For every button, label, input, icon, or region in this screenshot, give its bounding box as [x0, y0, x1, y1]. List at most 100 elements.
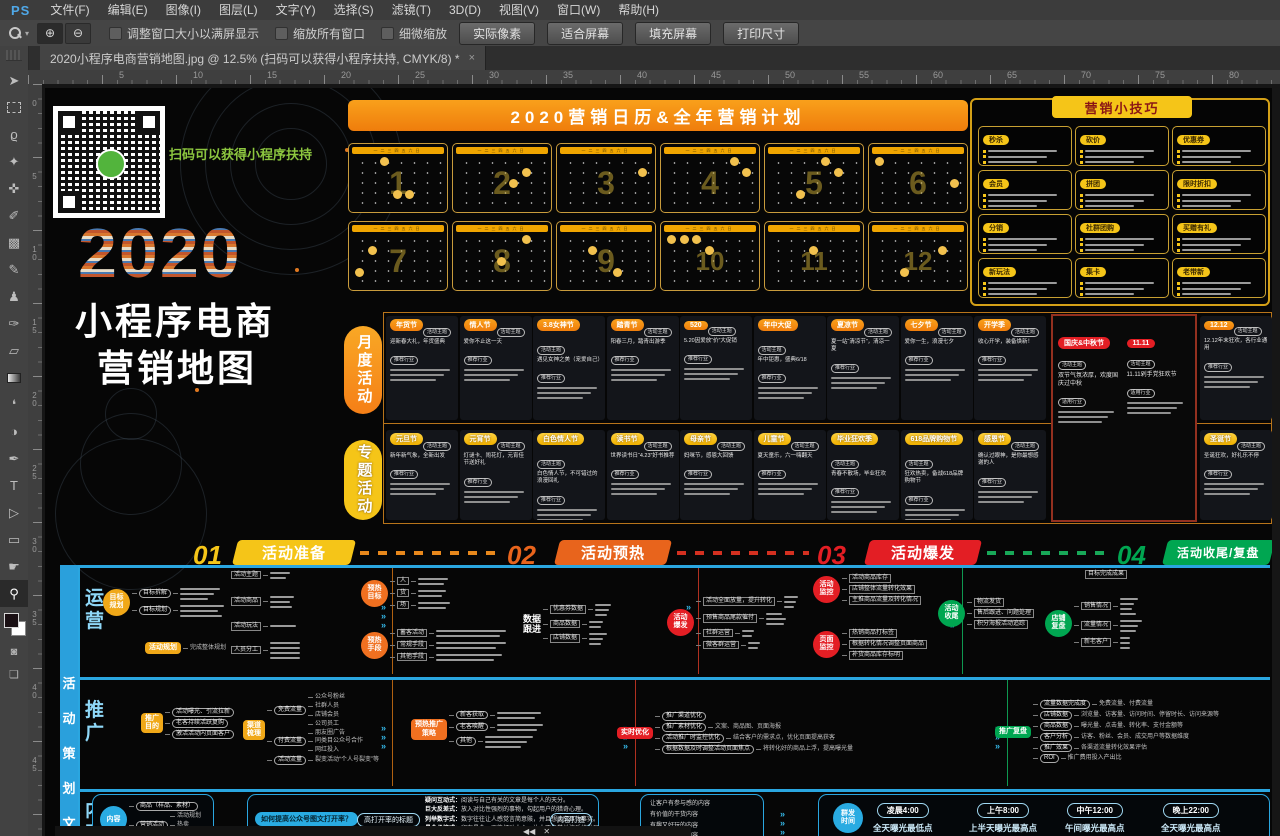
send-time-slot-1: 凌晨4:00全天曝光最低点	[873, 800, 933, 834]
zoom-in-button[interactable]: ⊕	[37, 23, 63, 44]
type-tool[interactable]: T	[0, 472, 28, 499]
pen-tool[interactable]: ✒	[0, 445, 28, 472]
monthly-event-6: 年中大促活动主题年中钜惠，盛典6/18推荐行业	[754, 316, 826, 420]
quick-mask-button[interactable]: ◙	[0, 641, 28, 663]
document-canvas[interactable]: 扫码可以获得小程序扶持 2020 小程序电商 营销地图 2020营销日历&全年营…	[42, 84, 1280, 836]
menu-2[interactable]: 编辑(E)	[99, 0, 157, 20]
zoom-tool-icon[interactable]	[8, 26, 22, 40]
menu-8[interactable]: 3D(D)	[440, 0, 490, 20]
option-checkbox-1[interactable]	[109, 27, 122, 40]
festival-highlight-box: 国庆&中秋节活动主题双节气氛浓厚，欢度国庆过中秋适用行业11.11活动主题11.…	[1051, 314, 1197, 522]
marquee-tool[interactable]	[0, 94, 28, 121]
side-label-char: 活	[60, 673, 78, 692]
festival-theme: 11.11剁手党狂欢节	[1127, 371, 1191, 379]
dodge-tool[interactable]: ◑	[0, 418, 28, 445]
rewind-icon[interactable]: ◀◀	[523, 827, 535, 836]
hand-tool[interactable]: ☛	[0, 553, 28, 580]
history-brush-tool[interactable]: ✑	[0, 310, 28, 337]
placeholder-line	[978, 374, 1032, 376]
placeholder-line	[831, 511, 877, 513]
menu-4[interactable]: 图层(L)	[210, 0, 267, 20]
mindmap-node: 活动 监控	[813, 576, 840, 603]
move-tool[interactable]: ➤	[0, 67, 28, 94]
tip-text-line	[1080, 205, 1164, 208]
calendar-month-5: 一二三四五六日 5	[764, 143, 864, 213]
path-select-tool[interactable]: ▷	[0, 499, 28, 526]
blur-tool[interactable]: ❛	[0, 391, 28, 418]
menu-6[interactable]: 选择(S)	[325, 0, 383, 20]
calendar-month-9: 一二三四五六日9	[556, 221, 656, 291]
calendar-weekday-strip: 一二三四五六日	[768, 147, 860, 154]
calendar-highlight-day	[393, 190, 402, 199]
overlay-close-icon[interactable]: ✕	[543, 827, 550, 836]
document-tab[interactable]: 2020小程序电商营销地图.jpg @ 12.5% (扫码可以获得小程序扶持, …	[40, 46, 486, 70]
eraser-tool[interactable]: ▱	[0, 337, 28, 364]
calendar-month-number: 5	[765, 156, 863, 210]
tip-label: 砍价	[1080, 135, 1106, 145]
screen-mode-button[interactable]: ❏	[0, 663, 28, 685]
menu-11[interactable]: 帮助(H)	[609, 0, 668, 20]
foreground-color-swatch[interactable]	[4, 613, 19, 628]
tip-text-line	[1080, 150, 1164, 153]
mindmap-node: 免费流量、付费流量	[1099, 701, 1153, 708]
industry-tag: 推荐行业	[1204, 363, 1232, 372]
clone-stamp-tool[interactable]: ♟	[0, 283, 28, 310]
placeholder-line	[390, 483, 450, 485]
brush-tool[interactable]: ✎	[0, 256, 28, 283]
patch-tool[interactable]: ▩	[0, 229, 28, 256]
menu-10[interactable]: 窗口(W)	[548, 0, 609, 20]
menu-1[interactable]: 文件(F)	[41, 0, 98, 20]
option-button-3[interactable]: 填充屏幕	[635, 22, 711, 45]
bullet-icon	[983, 238, 986, 241]
mindmap-cluster	[1113, 635, 1130, 650]
calendar-month-12: 一二三四五六日12	[868, 221, 968, 291]
mindmap-cluster: 店铺会员	[308, 712, 345, 719]
crop-tool[interactable]: ✜	[0, 175, 28, 202]
option-checkbox-2[interactable]	[275, 27, 288, 40]
option-button-2[interactable]: 适合屏幕	[547, 22, 623, 45]
flow-arrows-icon: » » »	[381, 724, 386, 751]
zoom-tool[interactable]: ⚲	[0, 580, 28, 607]
tool-preset-caret-icon[interactable]: ▾	[25, 29, 29, 38]
side-label-char: 划	[60, 778, 78, 797]
placeholder-line	[390, 374, 444, 376]
mindmap-node: 活动规划	[145, 642, 181, 654]
tab-close-icon[interactable]: ×	[469, 52, 475, 64]
color-swatches[interactable]	[0, 611, 28, 641]
eyedropper-tool[interactable]: ✐	[0, 202, 28, 229]
mindmap-cluster: 各渠道流量转化效果评估	[1074, 745, 1147, 752]
tip-text-line	[1177, 194, 1261, 197]
menu-5[interactable]: 文字(Y)	[267, 0, 325, 20]
menu-3[interactable]: 图像(I)	[157, 0, 210, 20]
tip-text-line	[1177, 287, 1261, 290]
ruler-top-label-50: 50	[785, 70, 795, 80]
placeholder-line	[978, 369, 1038, 371]
calendar-highlight-day	[613, 268, 622, 277]
mindmap-node: 预热推广 策略	[411, 719, 447, 739]
mindmap-cluster: 公众号粉丝	[308, 694, 345, 701]
mindmap-cluster: 目标拆解	[132, 586, 224, 601]
theme-tag: 活动主题	[905, 460, 933, 469]
event-title: 情人节	[464, 319, 497, 331]
bullet-icon	[983, 194, 986, 197]
poster-year: 2020	[78, 218, 242, 288]
placeholder-line	[978, 379, 1024, 381]
zoom-out-button[interactable]: ⊖	[65, 23, 91, 44]
ruler-top-label-55: 55	[859, 70, 869, 80]
option-checkbox-3[interactable]	[381, 27, 394, 40]
placeholder-line	[1058, 416, 1108, 418]
event-title: 年中大促	[758, 319, 798, 331]
gradient-tool[interactable]	[0, 364, 28, 391]
lasso-tool[interactable]: ϱ	[0, 121, 28, 148]
menu-7[interactable]: 滤镜(T)	[383, 0, 440, 20]
menu-9[interactable]: 视图(V)	[490, 0, 548, 20]
option-button-1[interactable]: 实际像素	[459, 22, 535, 45]
theme-tag: 活动主题	[864, 328, 892, 337]
option-button-4[interactable]: 打印尺寸	[723, 22, 799, 45]
tip-label: 老带新	[1177, 267, 1210, 277]
qr-code	[53, 106, 165, 218]
toolbar-grip[interactable]	[6, 50, 22, 61]
ruler-left-label-0: 0	[30, 100, 39, 108]
shape-tool[interactable]: ▭	[0, 526, 28, 553]
wand-tool[interactable]: ✦	[0, 148, 28, 175]
